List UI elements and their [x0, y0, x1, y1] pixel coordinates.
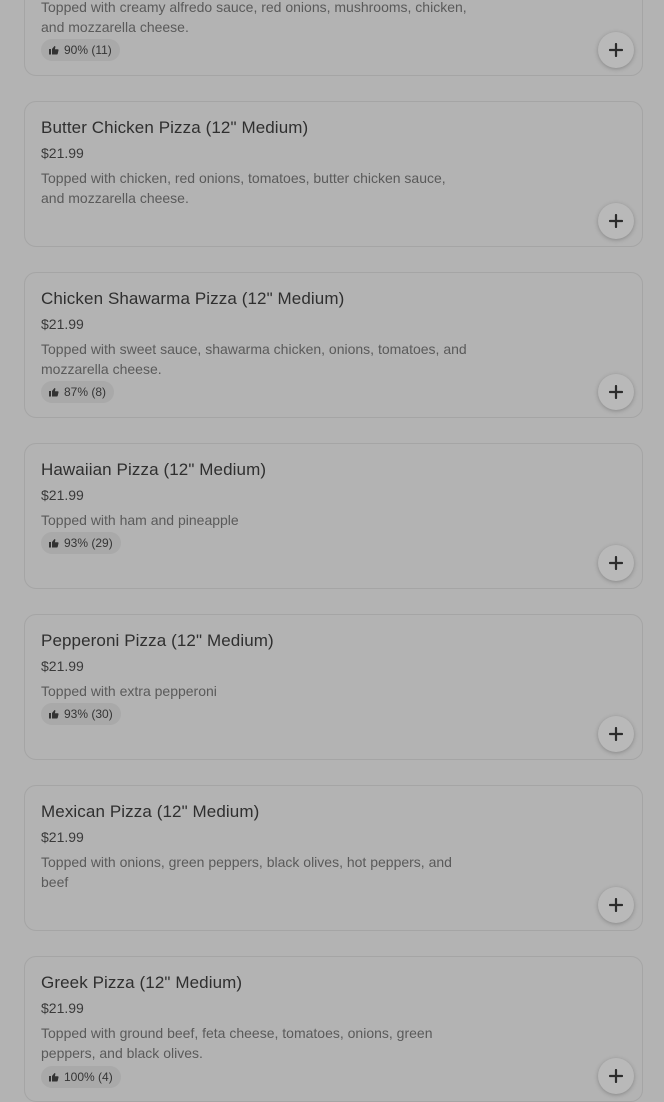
menu-item-price: $21.99	[41, 658, 84, 674]
menu-item-card[interactable]: Mexican Pizza (12" Medium) $21.99 Topped…	[24, 785, 643, 931]
menu-item-card[interactable]: Chicken Shawarma Pizza (12" Medium) $21.…	[24, 272, 643, 418]
rating-text: 100% (4)	[64, 1070, 113, 1084]
thumbs-up-icon	[48, 537, 60, 549]
menu-item-price: $21.99	[41, 316, 84, 332]
menu-item-card[interactable]: Butter Chicken Pizza (12" Medium) $21.99…	[24, 101, 643, 247]
menu-item-name: Mexican Pizza (12" Medium)	[41, 802, 260, 821]
menu-item-card[interactable]: Pepperoni Pizza (12" Medium) $21.99 Topp…	[24, 614, 643, 760]
rating-badge: 93% (30)	[41, 703, 121, 725]
rating-badge: 93% (29)	[41, 532, 121, 554]
add-to-cart-button[interactable]	[598, 887, 634, 923]
menu-item-name: Butter Chicken Pizza (12" Medium)	[41, 118, 309, 137]
menu-item-description: Topped with onions, green peppers, black…	[41, 854, 452, 890]
menu-item-name: Hawaiian Pizza (12" Medium)	[41, 460, 267, 479]
thumbs-up-icon	[48, 708, 60, 720]
menu-item-name: Chicken Shawarma Pizza (12" Medium)	[41, 289, 345, 308]
add-to-cart-button[interactable]	[598, 545, 634, 581]
add-to-cart-button[interactable]	[598, 203, 634, 239]
plus-icon	[609, 556, 623, 570]
thumbs-up-icon	[48, 386, 60, 398]
rating-text: 93% (30)	[64, 707, 113, 721]
menu-item-price: $21.99	[41, 1000, 84, 1016]
menu-item-description: Topped with sweet sauce, shawarma chicke…	[41, 341, 467, 377]
add-to-cart-button[interactable]	[598, 374, 634, 410]
menu-item-card[interactable]: Topped with creamy alfredo sauce, red on…	[24, 0, 643, 76]
menu-item-name: Greek Pizza (12" Medium)	[41, 973, 243, 992]
rating-badge: 87% (8)	[41, 381, 115, 403]
rating-badge: 90% (11)	[41, 39, 120, 61]
plus-icon	[609, 727, 623, 741]
plus-icon	[609, 214, 623, 228]
menu-item-price: $21.99	[41, 829, 84, 845]
menu-item-name: Pepperoni Pizza (12" Medium)	[41, 631, 274, 650]
rating-text: 90% (11)	[64, 43, 112, 57]
menu-item-card[interactable]: Greek Pizza (12" Medium) $21.99 Topped w…	[24, 956, 643, 1102]
menu-item-description: Topped with ground beef, feta cheese, to…	[41, 1025, 433, 1061]
menu-item-price: $21.99	[41, 145, 84, 161]
menu-item-price: $21.99	[41, 487, 84, 503]
add-to-cart-button[interactable]	[598, 1058, 634, 1094]
rating-text: 87% (8)	[64, 385, 107, 399]
add-to-cart-button[interactable]	[598, 716, 634, 752]
menu-item-description: Topped with ham and pineapple	[41, 512, 239, 528]
menu-item-description: Topped with extra pepperoni	[41, 683, 217, 699]
thumbs-up-icon	[48, 44, 60, 56]
rating-badge: 100% (4)	[41, 1066, 121, 1088]
rating-text: 93% (29)	[64, 536, 113, 550]
plus-icon	[609, 1069, 623, 1083]
thumbs-up-icon	[48, 1071, 60, 1083]
plus-icon	[609, 385, 623, 399]
menu-item-description: Topped with chicken, red onions, tomatoe…	[41, 170, 446, 206]
add-to-cart-button[interactable]	[598, 32, 634, 68]
plus-icon	[609, 43, 623, 57]
menu-item-card[interactable]: Hawaiian Pizza (12" Medium) $21.99 Toppe…	[24, 443, 643, 589]
menu-item-description: Topped with creamy alfredo sauce, red on…	[41, 0, 467, 35]
plus-icon	[609, 898, 623, 912]
